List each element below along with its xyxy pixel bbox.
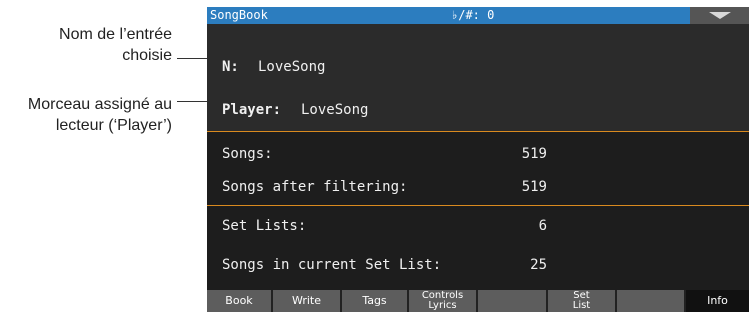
tab-list-label: List <box>572 300 591 311</box>
callout-player-line2: lecteur (‘Player’) <box>55 117 172 134</box>
callout-entry-name-line1: Nom de l’entrée <box>59 26 172 43</box>
callout-player-line1: Morceau assigné au <box>27 96 172 113</box>
set-lists-value: 6 <box>538 218 547 234</box>
songs-in-current-set-list-label: Songs in current Set List: <box>222 257 442 273</box>
tab-tags[interactable]: Tags <box>342 290 409 312</box>
tab-book[interactable]: Book <box>207 290 273 312</box>
tab-info[interactable]: Info <box>686 290 749 312</box>
player-value: LoveSong <box>301 102 369 118</box>
tab-bar: Book Write Tags Controls Lyrics Set List… <box>207 290 749 312</box>
set-list-stats-section: Set Lists: 6 Songs in current Set List: … <box>207 206 749 290</box>
songs-stats-section: Songs: 519 Songs after filtering: 519 <box>207 132 749 206</box>
page-menu-button[interactable] <box>690 7 749 24</box>
tab-write[interactable]: Write <box>273 290 342 312</box>
callout-player-song: Morceau assigné au lecteur (‘Player’) <box>28 94 172 136</box>
songs-in-current-set-list-value: 25 <box>530 257 547 273</box>
entry-name-label: N: <box>222 59 239 75</box>
songbook-screen: SongBook ♭/#: 0 N: LoveSong Player: Love… <box>207 7 749 312</box>
tab-empty-2[interactable] <box>617 290 686 312</box>
title-bar: SongBook ♭/#: 0 <box>207 7 749 24</box>
songs-label: Songs: <box>222 146 273 162</box>
callout-entry-name: Nom de l’entrée choisie <box>59 24 172 66</box>
player-label: Player: <box>222 102 282 118</box>
callout-entry-name-line2: choisie <box>122 47 172 64</box>
songs-after-filtering-label: Songs after filtering: <box>222 179 408 195</box>
triangle-down-icon <box>708 11 731 19</box>
songs-after-filtering-value: 519 <box>521 179 547 195</box>
entry-info-section: N: LoveSong Player: LoveSong <box>207 24 749 132</box>
tab-set-list[interactable]: Set List <box>548 290 617 312</box>
tab-controls-lyrics[interactable]: Controls Lyrics <box>409 290 478 312</box>
entry-name-value: LoveSong <box>258 59 326 75</box>
key-signature-readout: ♭/#: 0 <box>451 8 495 22</box>
tab-lyrics-label: Lyrics <box>428 300 457 311</box>
songs-value: 519 <box>521 146 547 162</box>
set-lists-label: Set Lists: <box>222 218 307 234</box>
tab-empty-1[interactable] <box>478 290 548 312</box>
page-title: SongBook <box>210 8 268 22</box>
